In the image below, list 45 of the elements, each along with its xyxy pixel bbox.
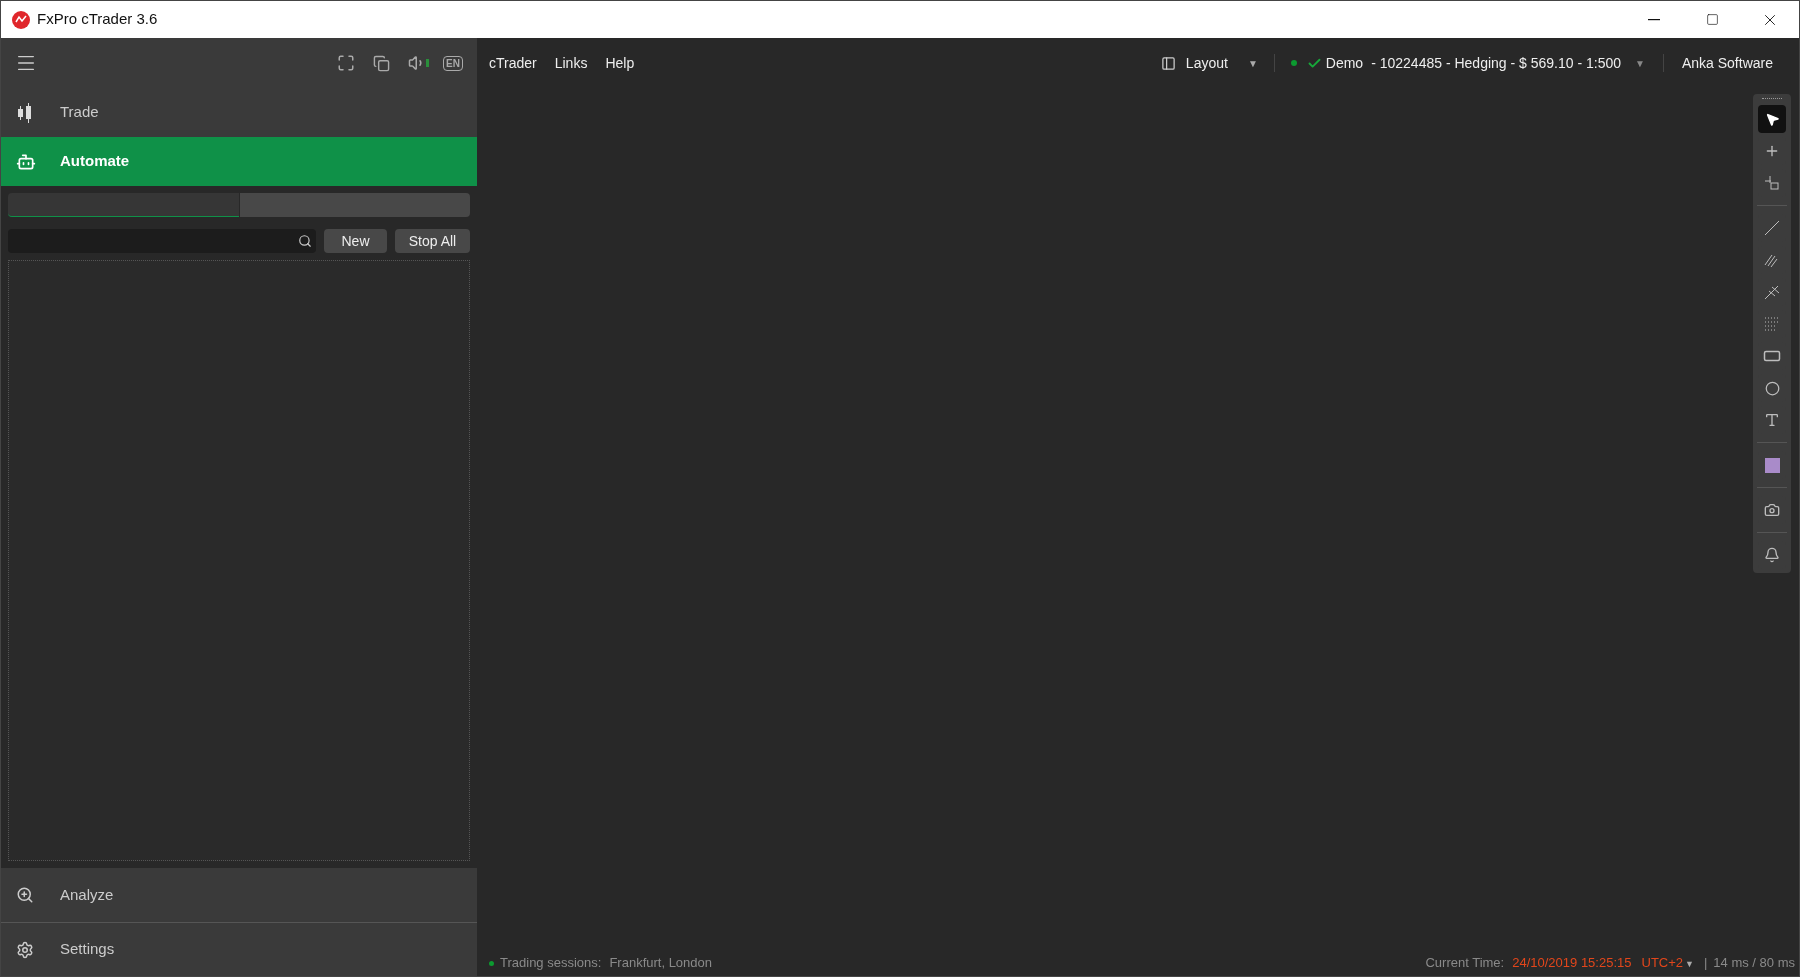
nav-item[interactable]: Analyze xyxy=(1,868,477,922)
account-selector[interactable]: Demo - 10224485 - Hedging - $ 569.10 - 1:500 ▼ xyxy=(1290,52,1645,74)
nav-item[interactable]: Trade xyxy=(1,88,477,137)
pointer-tool-button[interactable] xyxy=(1758,105,1786,133)
stop-all-button[interactable]: Stop All xyxy=(395,229,470,253)
camera-icon xyxy=(1764,502,1780,518)
line-icon xyxy=(1763,219,1781,237)
magnifier-icon xyxy=(16,886,34,904)
latency: 14 ms / 80 ms xyxy=(1713,954,1795,973)
text-icon xyxy=(1764,412,1780,428)
pointer-icon xyxy=(1764,111,1780,127)
status-label: Trading sessions: xyxy=(500,954,602,973)
menu-item[interactable]: cTrader xyxy=(489,52,537,74)
app-logo-icon xyxy=(11,9,31,30)
menu-item[interactable]: Help xyxy=(605,52,635,74)
menu-item[interactable]: Links xyxy=(554,52,588,74)
sessions-value: Frankfurt, London xyxy=(609,954,713,973)
candlestick-icon xyxy=(16,102,34,123)
user-menu[interactable]: Anka Software xyxy=(1681,52,1773,74)
sound-icon[interactable] xyxy=(408,54,430,72)
search-field[interactable] xyxy=(8,229,316,253)
status-label: Current Time: xyxy=(1425,954,1505,973)
measure-icon xyxy=(1764,175,1780,191)
timezone-selector[interactable]: UTC+2▼ xyxy=(1641,953,1694,973)
maximize-icon xyxy=(1705,13,1719,26)
windows-icon[interactable] xyxy=(373,54,391,72)
layout-icon xyxy=(1160,55,1176,71)
alert-icon xyxy=(1764,547,1780,563)
new-button[interactable]: New xyxy=(324,229,387,253)
crosshair-icon xyxy=(1764,143,1780,159)
minimize-icon xyxy=(1648,18,1660,21)
pitchfork-icon xyxy=(1763,283,1781,301)
fullscreen-icon[interactable] xyxy=(337,54,356,72)
nav-item[interactable]: Automate xyxy=(1,137,477,186)
window-title: FxPro cTrader 3.6 xyxy=(37,9,158,30)
search-icon xyxy=(298,234,312,248)
nav-item[interactable]: Settings xyxy=(1,922,477,976)
tab[interactable] xyxy=(8,193,239,217)
layout-button[interactable]: Layout ▼ xyxy=(1160,52,1258,74)
language-badge[interactable]: EN xyxy=(443,55,463,71)
settings-icon xyxy=(16,940,34,959)
status-divider: | xyxy=(1703,954,1708,973)
grid-icon xyxy=(1763,315,1781,333)
circle-icon xyxy=(1764,380,1780,396)
current-time: 24/10/2019 15:25:15 xyxy=(1512,954,1632,973)
